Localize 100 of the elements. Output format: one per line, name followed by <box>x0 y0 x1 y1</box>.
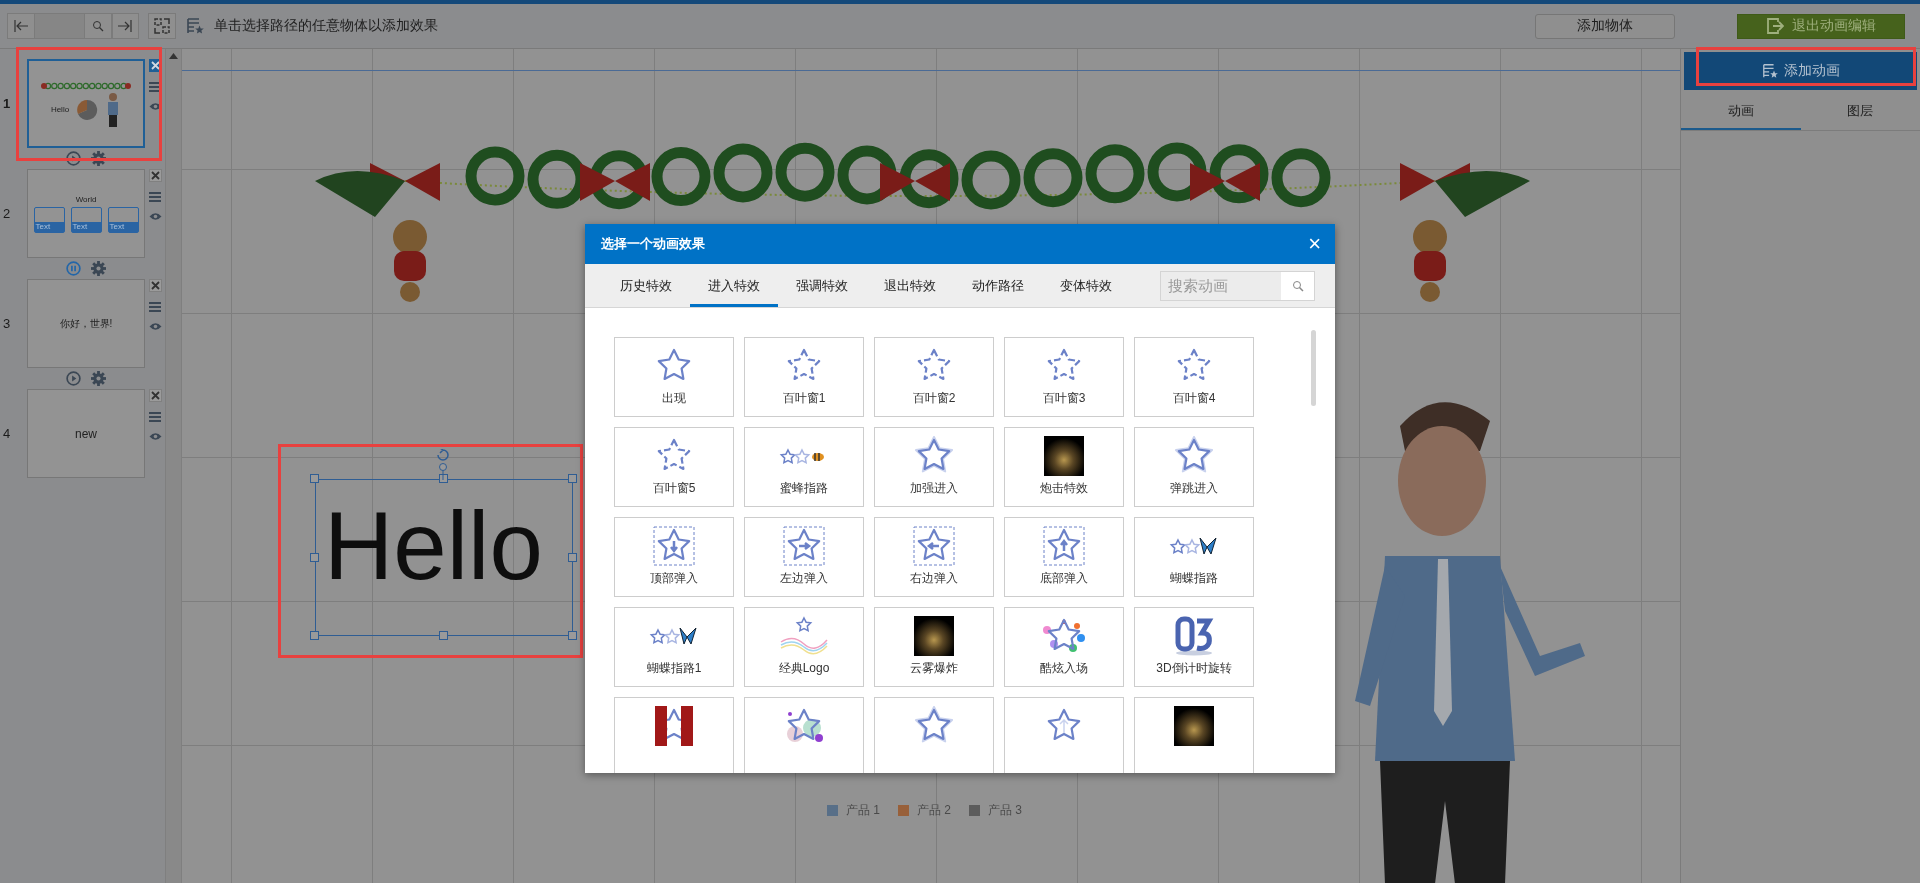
effect-tab[interactable]: 变体特效 <box>1042 264 1130 307</box>
eye-icon[interactable] <box>148 212 162 221</box>
effect-card[interactable]: 酷炫入场 <box>1004 607 1124 687</box>
resize-handle[interactable] <box>568 552 577 562</box>
swap-button[interactable] <box>148 13 176 39</box>
effect-card[interactable] <box>1134 697 1254 773</box>
effect-label: 底部弹入 <box>1040 570 1088 587</box>
effect-card[interactable]: 百叶窗2 <box>874 337 994 417</box>
effect-card[interactable] <box>614 697 734 773</box>
effect-card[interactable]: 百叶窗4 <box>1134 337 1254 417</box>
effect-label: 弹跳进入 <box>1170 480 1218 497</box>
eye-icon[interactable] <box>148 322 162 331</box>
rotate-handle[interactable] <box>435 449 451 480</box>
hello-text: Hello <box>324 498 543 594</box>
effect-card[interactable]: 百叶窗5 <box>614 427 734 507</box>
slide-thumbnail[interactable]: World Text Text Text <box>27 169 145 258</box>
close-button[interactable]: × <box>1306 233 1323 255</box>
resize-handle[interactable] <box>310 552 319 562</box>
slide-text: new <box>75 426 97 441</box>
effect-label: 百叶窗3 <box>1042 390 1086 407</box>
effect-card[interactable]: 顶部弹入 <box>614 517 734 597</box>
effect-card[interactable]: 百叶窗3 <box>1004 337 1124 417</box>
swap-icon <box>153 17 172 35</box>
menu-icon[interactable] <box>149 82 161 92</box>
menu-icon[interactable] <box>149 302 161 312</box>
panel-tab[interactable]: 动画 <box>1681 94 1801 130</box>
hint-text: 单击选择路径的任意物体以添加效果 <box>214 17 438 35</box>
gear-icon[interactable] <box>91 371 106 386</box>
effect-label: 经典Logo <box>778 660 830 677</box>
resize-handle[interactable] <box>568 631 577 640</box>
slide-thumbnail[interactable]: new <box>27 389 145 478</box>
scrollbar-thumb[interactable] <box>1311 330 1316 406</box>
effect-card[interactable]: 3D倒计时旋转 <box>1134 607 1254 687</box>
menu-icon[interactable] <box>149 412 161 422</box>
effect-label: 3D倒计时旋转 <box>1156 660 1232 677</box>
effect-card[interactable]: 右边弹入 <box>874 517 994 597</box>
effect-label: 云雾爆炸 <box>910 660 958 677</box>
logo-waves-icon <box>779 616 829 656</box>
close-icon <box>150 281 160 290</box>
delete-slide-button[interactable] <box>148 389 162 402</box>
effect-card[interactable]: 蜜蜂指路 <box>744 427 864 507</box>
effect-card[interactable]: 弹跳进入 <box>1134 427 1254 507</box>
text-box[interactable]: Hello <box>315 479 573 636</box>
slide-number: 1 <box>2 96 12 111</box>
effect-card[interactable]: 出现 <box>614 337 734 417</box>
play-icon[interactable] <box>66 371 81 386</box>
resize-handle[interactable] <box>568 474 577 483</box>
effect-card[interactable]: 蝴蝶指路1 <box>614 607 734 687</box>
effect-tab[interactable]: 强调特效 <box>778 264 866 307</box>
effect-label: 加强进入 <box>910 480 958 497</box>
effect-tab[interactable]: 进入特效 <box>690 264 778 307</box>
arrow-to-end-icon <box>117 19 134 33</box>
effect-card[interactable]: 炮击特效 <box>1004 427 1124 507</box>
effect-card[interactable]: 加强进入 <box>874 427 994 507</box>
resize-handle[interactable] <box>439 631 448 640</box>
effect-card[interactable]: 左边弹入 <box>744 517 864 597</box>
exit-icon <box>1766 17 1784 35</box>
eye-icon[interactable] <box>148 432 162 441</box>
effect-card[interactable]: 百叶窗1 <box>744 337 864 417</box>
effect-label: 百叶窗5 <box>652 480 696 497</box>
effect-tab[interactable]: 历史特效 <box>602 264 690 307</box>
effect-label: 蜜蜂指路 <box>780 480 828 497</box>
effect-card[interactable]: 云雾爆炸 <box>874 607 994 687</box>
slide-text: World <box>75 194 97 204</box>
close-icon <box>150 61 160 70</box>
add-animation-button[interactable]: 添加动画 <box>1684 52 1917 90</box>
first-slide-button[interactable] <box>7 13 35 39</box>
zoom-button[interactable] <box>84 13 112 39</box>
slide-thumbnail[interactable]: Hello <box>27 59 145 148</box>
effect-label: 百叶窗1 <box>782 390 826 407</box>
gear-icon[interactable] <box>91 261 106 276</box>
panel-tab[interactable]: 图层 <box>1800 94 1920 130</box>
effect-card[interactable]: 底部弹入 <box>1004 517 1124 597</box>
delete-slide-button[interactable] <box>148 169 162 182</box>
slide-number: 4 <box>2 426 12 441</box>
pie-chart-drawing <box>75 97 100 122</box>
close-icon <box>150 391 160 400</box>
effect-card[interactable]: 经典Logo <box>744 607 864 687</box>
resize-handle[interactable] <box>439 474 448 483</box>
menu-icon[interactable] <box>149 192 161 202</box>
resize-handle[interactable] <box>310 474 319 483</box>
legend-label: 产品 3 <box>988 802 1023 819</box>
list-star-icon <box>1761 63 1778 79</box>
pause-icon[interactable] <box>66 261 81 276</box>
slide-thumbnail[interactable]: 你好，世界! <box>27 279 145 368</box>
gear-icon[interactable] <box>91 151 106 166</box>
resize-handle[interactable] <box>310 631 319 640</box>
effect-tab[interactable]: 退出特效 <box>866 264 954 307</box>
effect-label: 右边弹入 <box>910 570 958 587</box>
play-icon[interactable] <box>66 151 81 166</box>
effect-card[interactable]: 蝴蝶指路 <box>1134 517 1254 597</box>
effect-preview-image <box>1174 706 1214 746</box>
effect-tab[interactable]: 动作路径 <box>954 264 1042 307</box>
delete-slide-button[interactable] <box>148 279 162 292</box>
add-object-button[interactable]: 添加物体 <box>1535 13 1675 39</box>
mini-card-label: Text <box>108 221 138 232</box>
eye-icon[interactable] <box>148 102 162 111</box>
last-slide-button[interactable] <box>111 13 140 39</box>
scroll-up-icon[interactable] <box>169 53 178 59</box>
dialog-title: 选择一个动画效果 <box>601 235 706 253</box>
